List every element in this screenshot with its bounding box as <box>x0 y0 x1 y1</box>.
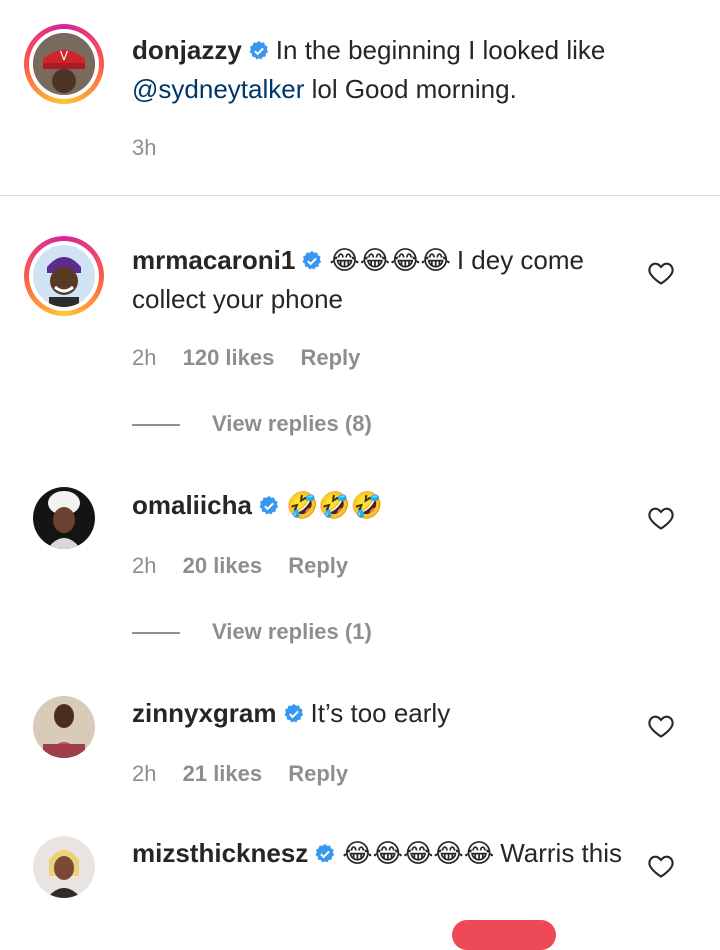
avatar-omaliicha[interactable] <box>33 487 95 549</box>
avatar-donjazzy: V <box>33 33 95 95</box>
comment-username[interactable]: omaliicha <box>132 490 252 520</box>
comment-emoji: 🤣🤣🤣 <box>285 491 384 521</box>
heart-icon[interactable] <box>647 852 675 880</box>
caption-text: donjazzy In the beginning I looked like @… <box>132 32 642 107</box>
verified-badge-icon <box>314 838 336 874</box>
comment-meta: 2h 20 likes Reply <box>132 553 368 579</box>
verified-badge-icon <box>301 245 323 281</box>
caption-time: 3h <box>132 135 157 160</box>
comment-meta: 2h 120 likes Reply <box>132 345 380 371</box>
view-replies-label: View replies (1) <box>212 619 372 644</box>
comment-text: mrmacaroni1 😂😂😂😂 I dey come collect your p… <box>132 242 642 317</box>
comment-username[interactable]: mizsthicknesz <box>132 838 308 868</box>
floating-action-pill[interactable] <box>452 920 556 950</box>
comment-body: Warris this <box>500 838 623 868</box>
comment-emoji: 😂😂😂😂😂 <box>342 839 495 869</box>
comment-likes[interactable]: 120 likes <box>183 345 275 370</box>
reply-button[interactable]: Reply <box>300 345 360 370</box>
comment-time: 2h <box>132 345 157 370</box>
comment-meta: 2h 21 likes Reply <box>132 761 368 787</box>
story-ring-avatar[interactable]: V <box>24 24 104 104</box>
comment-text: mizsthicknesz 😂😂😂😂😂 Warris this <box>132 835 642 874</box>
mention-link[interactable]: @sydneytalker <box>132 74 304 104</box>
avatar-photo-icon <box>33 696 95 758</box>
svg-text:V: V <box>60 49 69 63</box>
avatar-photo-icon <box>33 836 95 898</box>
verified-badge-icon <box>283 698 305 734</box>
view-replies-button[interactable]: View replies (1) <box>132 619 372 645</box>
comment-username[interactable]: zinnyxgram <box>132 698 277 728</box>
story-ring-avatar[interactable] <box>24 236 104 316</box>
heart-icon[interactable] <box>647 259 675 287</box>
comment-time: 2h <box>132 761 157 786</box>
comment-likes[interactable]: 21 likes <box>183 761 263 786</box>
divider <box>0 195 720 196</box>
comment-time: 2h <box>132 553 157 578</box>
view-replies-label: View replies (8) <box>212 411 372 436</box>
comment-text: zinnyxgram It’s too early <box>132 695 642 734</box>
avatar-photo-icon <box>33 245 95 307</box>
avatar-photo-icon: V <box>33 33 95 95</box>
comment-likes[interactable]: 20 likes <box>183 553 263 578</box>
verified-badge-icon <box>248 35 270 71</box>
comment-text: omaliicha 🤣🤣🤣 <box>132 487 642 526</box>
comment-username[interactable]: mrmacaroni1 <box>132 245 295 275</box>
comment-emoji: 😂😂😂😂 <box>329 246 451 276</box>
heart-icon[interactable] <box>647 712 675 740</box>
replies-line <box>132 632 180 635</box>
avatar-mizsthicknesz[interactable] <box>33 836 95 898</box>
avatar-zinnyxgram[interactable] <box>33 696 95 758</box>
reply-button[interactable]: Reply <box>288 761 348 786</box>
replies-line <box>132 424 180 427</box>
avatar-photo-icon <box>33 487 95 549</box>
reply-button[interactable]: Reply <box>288 553 348 578</box>
view-replies-button[interactable]: View replies (8) <box>132 411 372 437</box>
caption-body-end: lol Good morning. <box>304 74 517 104</box>
avatar-mrmacaroni1 <box>33 245 95 307</box>
heart-icon[interactable] <box>647 504 675 532</box>
caption-username[interactable]: donjazzy <box>132 35 242 65</box>
caption-meta: 3h <box>132 135 176 161</box>
verified-badge-icon <box>258 490 280 526</box>
comment-body: It’s too early <box>310 698 451 728</box>
caption-body: In the beginning I looked like <box>275 35 606 65</box>
